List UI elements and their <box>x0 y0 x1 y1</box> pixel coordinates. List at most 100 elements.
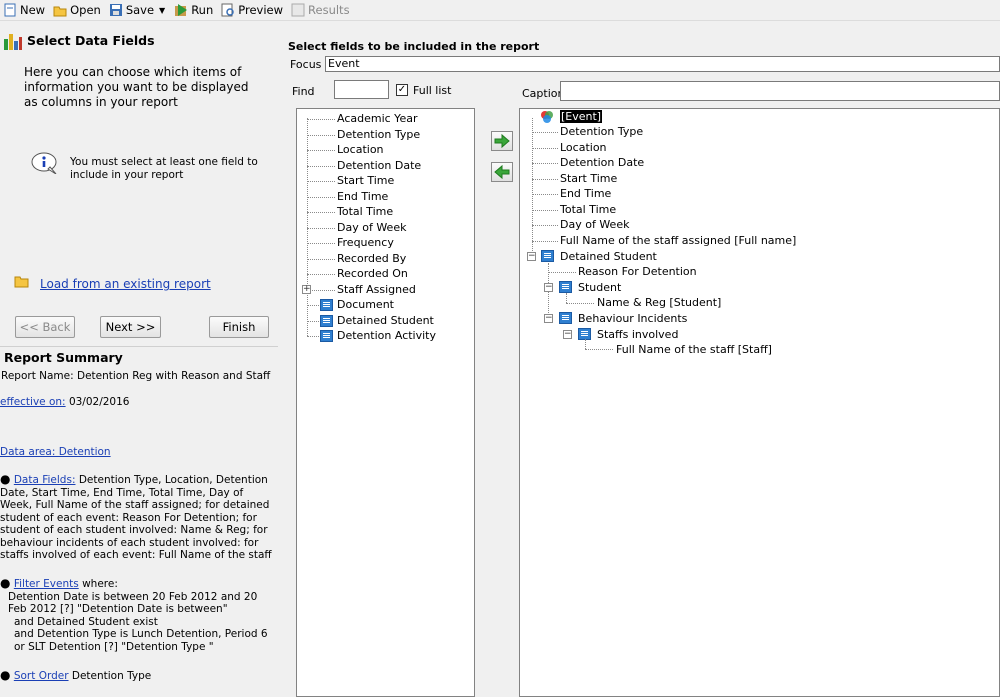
sort-text: Detention Type <box>71 670 152 682</box>
table-icon <box>559 312 572 324</box>
preview-button[interactable]: Preview <box>218 1 286 20</box>
available-field-item[interactable]: Frequency <box>337 236 394 250</box>
selected-field-item[interactable]: Location <box>560 141 607 155</box>
selected-field-item[interactable]: Full Name of the staff assigned [Full na… <box>560 234 796 248</box>
finish-button[interactable]: Finish <box>209 316 269 338</box>
available-field-item[interactable]: Start Time <box>337 174 394 188</box>
tree-connector <box>532 147 558 149</box>
available-field-item[interactable]: Recorded On <box>337 267 408 281</box>
preview-icon <box>221 3 235 17</box>
tree-connector <box>532 163 558 164</box>
tree-connector <box>307 320 319 322</box>
collapse-student[interactable]: − <box>544 283 553 292</box>
add-field-button[interactable] <box>491 131 513 151</box>
table-icon <box>320 314 333 327</box>
tree-connector <box>307 212 335 213</box>
table-icon <box>320 299 333 311</box>
tree-connector <box>532 209 558 211</box>
next-button[interactable]: Next >> <box>100 316 161 338</box>
results-button[interactable]: Results <box>288 1 353 20</box>
tree-connector <box>307 289 335 291</box>
remove-field-button[interactable] <box>491 162 513 182</box>
table-icon <box>559 281 572 293</box>
available-field-item[interactable]: End Time <box>337 190 388 204</box>
available-field-item[interactable]: Academic Year <box>337 112 417 126</box>
wizard-title: Select Data Fields <box>27 33 155 48</box>
filter-line-2: and Detained Student exist <box>14 615 158 628</box>
available-field-item[interactable]: Total Time <box>337 205 393 219</box>
save-dropdown-icon[interactable]: ▼ <box>159 6 165 15</box>
tree-connector <box>532 178 558 180</box>
run-button[interactable]: Run <box>171 1 216 20</box>
filter-where: where: <box>82 578 118 590</box>
available-field-item[interactable]: Day of Week <box>337 221 406 235</box>
data-fields-link[interactable]: Data Fields: <box>14 474 76 486</box>
selected-field-item[interactable]: Day of Week <box>560 218 629 232</box>
new-label: New <box>20 3 46 17</box>
focus-label: Focus <box>290 58 322 71</box>
save-label: Save <box>125 3 155 17</box>
filter-events-link[interactable]: Filter Events <box>14 578 79 590</box>
filter-summary: ● Filter Events where: Detention Date is… <box>0 577 276 653</box>
tree-node-staff-full-name[interactable]: Full Name of the staff [Staff] <box>616 343 772 357</box>
tree-node-student[interactable]: Student <box>578 281 621 295</box>
collapse-behaviour[interactable]: − <box>544 314 553 323</box>
selected-fields-tree[interactable]: [Event] Detention Type Location Detention … <box>519 108 1000 697</box>
caption-input[interactable] <box>560 81 1000 101</box>
expand-staff-assigned[interactable]: + <box>302 284 311 294</box>
arrow-left-icon <box>494 164 510 180</box>
save-button[interactable]: Save <box>106 1 157 20</box>
selected-field-item[interactable]: Detention Date <box>560 156 644 170</box>
filter-line-3: and Detention Type is Lunch Detention, P… <box>14 628 268 653</box>
effective-on: effective on: 03/02/2016 <box>0 396 129 409</box>
report-name: Report Name: Detention Reg with Reason a… <box>1 370 271 382</box>
wizard-chart-icon <box>3 31 23 54</box>
tree-node-name-reg[interactable]: Name & Reg [Student] <box>597 296 721 310</box>
available-field-item[interactable]: Detention Activity <box>337 329 436 343</box>
selected-field-item[interactable]: Total Time <box>560 203 616 217</box>
focus-field[interactable]: Event <box>325 56 1000 72</box>
effective-on-link[interactable]: effective on: <box>0 396 66 408</box>
find-label: Find <box>292 85 315 98</box>
tree-root-event[interactable]: [Event] <box>560 110 603 124</box>
load-existing-report-link[interactable]: Load from an existing report <box>40 277 211 291</box>
report-summary-title: Report Summary <box>4 350 123 365</box>
collapse-detained-student[interactable]: − <box>527 252 536 261</box>
available-field-item[interactable]: Detention Type <box>337 128 420 142</box>
selected-field-item[interactable]: Start Time <box>560 172 617 186</box>
available-field-item[interactable]: Recorded By <box>337 252 406 266</box>
back-button[interactable]: << Back <box>15 316 75 338</box>
available-field-item[interactable]: Detained Student <box>337 314 434 328</box>
bullet-icon: ● <box>0 472 11 486</box>
data-area-link[interactable]: Data area: Detention <box>0 446 111 459</box>
new-button[interactable]: New <box>0 1 48 20</box>
filter-line-1: Detention Date is between 20 Feb 2012 an… <box>8 590 258 616</box>
tree-connector <box>532 225 558 226</box>
open-button[interactable]: Open <box>50 1 104 20</box>
caption-label: Caption <box>522 87 565 100</box>
selected-field-item[interactable]: End Time <box>560 187 611 201</box>
sort-order-link[interactable]: Sort Order <box>14 670 69 682</box>
available-field-item[interactable]: Document <box>337 298 394 312</box>
tree-connector <box>307 165 335 167</box>
table-icon <box>320 330 333 342</box>
tree-node-behaviour[interactable]: Behaviour Incidents <box>578 312 687 326</box>
find-input[interactable] <box>334 80 389 99</box>
tree-connector <box>307 134 335 136</box>
available-field-item[interactable]: Location <box>337 143 384 157</box>
tree-connector <box>307 181 335 182</box>
selected-field-item[interactable]: Detention Type <box>560 125 643 139</box>
available-fields-tree[interactable]: Academic Year Detention Type Location Deten… <box>296 108 475 697</box>
tree-connector <box>307 243 335 244</box>
open-folder-icon <box>14 274 30 291</box>
full-list-checkbox[interactable]: ✓ <box>396 84 408 96</box>
tree-connector <box>307 150 335 151</box>
available-field-item[interactable]: Detention Date <box>337 159 421 173</box>
tree-node-staffs[interactable]: Staffs involved <box>597 328 678 342</box>
tree-connector <box>307 227 335 229</box>
tree-connector <box>532 132 558 133</box>
collapse-staffs[interactable]: − <box>563 330 572 339</box>
tree-node-reason[interactable]: Reason For Detention <box>578 265 697 279</box>
available-field-item[interactable]: Staff Assigned <box>337 283 416 297</box>
tree-node-detained-student[interactable]: Detained Student <box>560 250 657 264</box>
